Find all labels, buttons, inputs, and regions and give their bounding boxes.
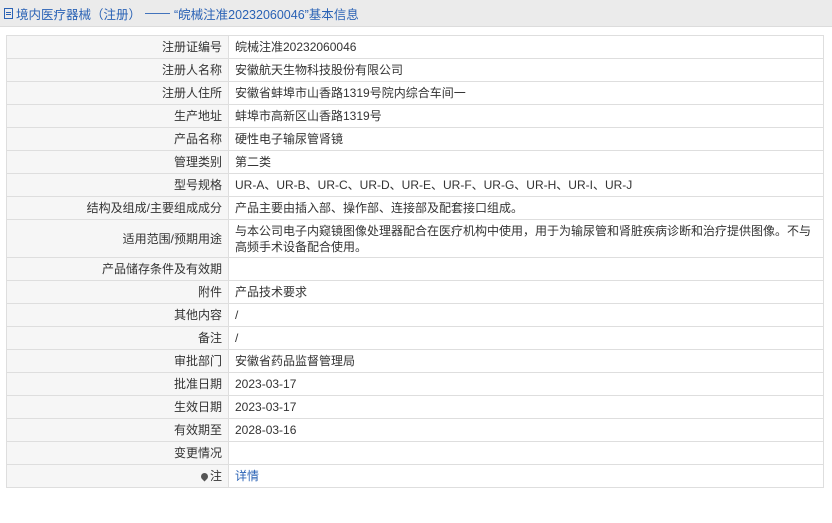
table-row-changes: 变更情况 — [6, 441, 824, 465]
table-row-remarks: 备注 / — [6, 326, 824, 350]
row-label: 结构及组成/主要组成成分 — [6, 196, 229, 220]
table-row-valid-until: 有效期至 2028-03-16 — [6, 418, 824, 442]
row-value: 产品技术要求 — [228, 280, 824, 304]
table-row-note: 注 详情 — [6, 464, 824, 488]
table-row-registration-number: 注册证编号 皖械注准20232060046 — [6, 35, 824, 59]
row-label: 产品储存条件及有效期 — [6, 257, 229, 281]
row-value — [228, 441, 824, 465]
row-label: 其他内容 — [6, 303, 229, 327]
table-row-intended-use: 适用范围/预期用途 与本公司电子内窥镜图像处理器配合在医疗机构中使用，用于为输尿… — [6, 219, 824, 258]
row-value: 蚌埠市高新区山香路1319号 — [228, 104, 824, 128]
row-value: 安徽省蚌埠市山香路1319号院内综合车间一 — [228, 81, 824, 105]
table-row-model-spec: 型号规格 UR-A、UR-B、UR-C、UR-D、UR-E、UR-F、UR-G、… — [6, 173, 824, 197]
header-record-title: “皖械注准20232060046”基本信息 — [174, 7, 359, 22]
row-label: 附件 — [6, 280, 229, 304]
table-row-storage: 产品储存条件及有效期 — [6, 257, 824, 281]
row-value: 皖械注准20232060046 — [228, 35, 824, 59]
row-value: 产品主要由插入部、操作部、连接部及配套接口组成。 — [228, 196, 824, 220]
row-value: 2028-03-16 — [228, 418, 824, 442]
row-label: 审批部门 — [6, 349, 229, 373]
row-value: 安徽省药品监督管理局 — [228, 349, 824, 373]
row-label: 生产地址 — [6, 104, 229, 128]
row-label: 型号规格 — [6, 173, 229, 197]
row-label-text: 注 — [209, 469, 222, 483]
table-row-structure: 结构及组成/主要组成成分 产品主要由插入部、操作部、连接部及配套接口组成。 — [6, 196, 824, 220]
row-label: 批准日期 — [6, 372, 229, 396]
row-label-note: 注 — [6, 464, 229, 488]
row-label: 适用范围/预期用途 — [6, 219, 229, 258]
table-row-effective-date: 生效日期 2023-03-17 — [6, 395, 824, 419]
row-label: 注册证编号 — [6, 35, 229, 59]
detail-table: 注册证编号 皖械注准20232060046 注册人名称 安徽航天生物科技股份有限… — [6, 35, 824, 488]
row-value: 2023-03-17 — [228, 395, 824, 419]
row-label: 变更情况 — [6, 441, 229, 465]
table-row-other-content: 其他内容 / — [6, 303, 824, 327]
table-row-registrant-address: 注册人住所 安徽省蚌埠市山香路1319号院内综合车间一 — [6, 81, 824, 105]
row-value: / — [228, 326, 824, 350]
detail-table-container: 注册证编号 皖械注准20232060046 注册人名称 安徽航天生物科技股份有限… — [6, 35, 824, 488]
row-label: 生效日期 — [6, 395, 229, 419]
row-label: 备注 — [6, 326, 229, 350]
row-label: 产品名称 — [6, 127, 229, 151]
row-value: 2023-03-17 — [228, 372, 824, 396]
table-row-product-name: 产品名称 硬性电子输尿管肾镜 — [6, 127, 824, 151]
table-row-approval-dept: 审批部门 安徽省药品监督管理局 — [6, 349, 824, 373]
row-value: 硬性电子输尿管肾镜 — [228, 127, 824, 151]
row-value: 详情 — [228, 464, 824, 488]
table-row-attachment: 附件 产品技术要求 — [6, 280, 824, 304]
row-value: UR-A、UR-B、UR-C、UR-D、UR-E、UR-F、UR-G、UR-H、… — [228, 173, 824, 197]
row-value: 第二类 — [228, 150, 824, 174]
header-separator: —— — [145, 6, 171, 20]
row-value: 安徽航天生物科技股份有限公司 — [228, 58, 824, 82]
row-value: / — [228, 303, 824, 327]
document-icon — [4, 8, 13, 19]
page-header: 境内医疗器械（注册） —— “皖械注准20232060046”基本信息 — [0, 0, 832, 27]
table-row-management-class: 管理类别 第二类 — [6, 150, 824, 174]
header-category: 境内医疗器械（注册） — [16, 7, 142, 22]
table-row-approval-date: 批准日期 2023-03-17 — [6, 372, 824, 396]
table-row-registrant-name: 注册人名称 安徽航天生物科技股份有限公司 — [6, 58, 824, 82]
row-label: 有效期至 — [6, 418, 229, 442]
row-value — [228, 257, 824, 281]
row-label: 注册人名称 — [6, 58, 229, 82]
table-row-production-address: 生产地址 蚌埠市高新区山香路1319号 — [6, 104, 824, 128]
row-label: 注册人住所 — [6, 81, 229, 105]
details-link[interactable]: 详情 — [235, 469, 259, 483]
pin-icon — [199, 471, 210, 482]
row-label: 管理类别 — [6, 150, 229, 174]
row-value: 与本公司电子内窥镜图像处理器配合在医疗机构中使用，用于为输尿管和肾脏疾病诊断和治… — [228, 219, 824, 258]
